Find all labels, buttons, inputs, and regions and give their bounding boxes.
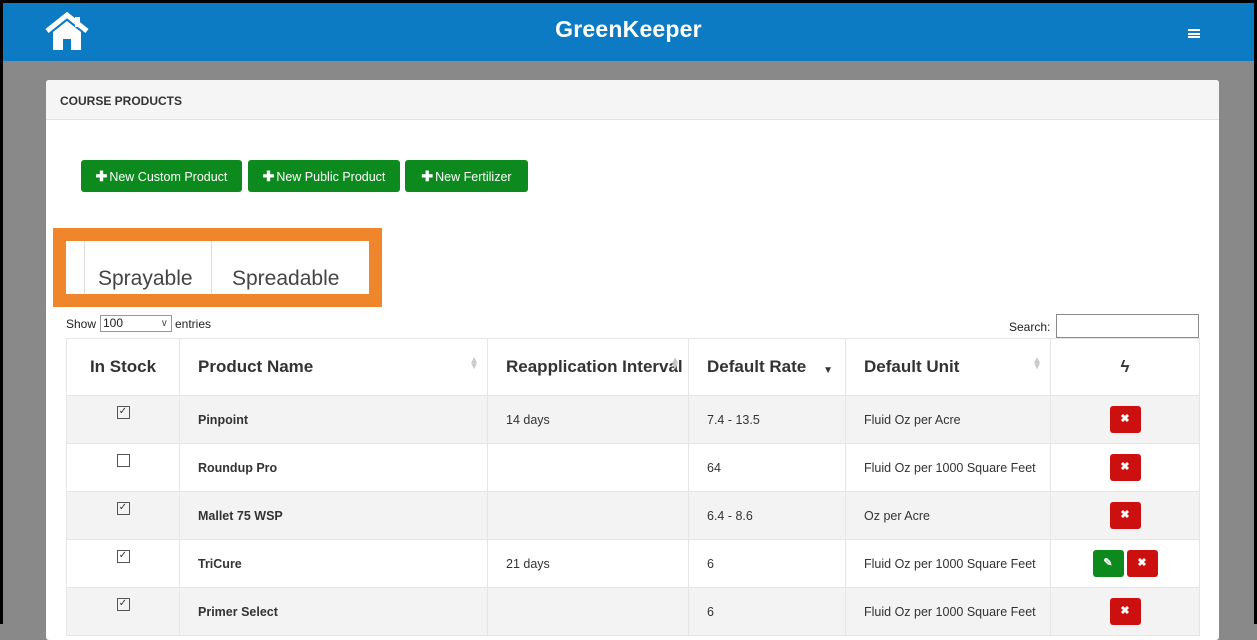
column-header-actions: ϟ — [1050, 338, 1200, 396]
chevron-down-icon: ∨ — [160, 318, 168, 329]
table-row: ✓ Primer Select 6 Fluid Oz per 1000 Square … — [66, 587, 1200, 636]
column-header-reapplication-interval[interactable]: Reapplication Interval ▲ ▼ — [487, 338, 689, 396]
table-row: ✓ TriCure 21 days 6 Fluid Oz per 1000 Square… — [66, 539, 1200, 588]
close-icon: ✖ — [1120, 605, 1130, 617]
interval-cell — [487, 491, 689, 540]
table-row: ✓ Mallet 75 WSP 6.4 - 8.6 Oz per Acre ✖ — [66, 491, 1200, 540]
column-header-product-name[interactable]: Product Name ▲ ▼ — [179, 338, 488, 396]
in-stock-cell: ✓ — [66, 491, 180, 540]
show-label: Show — [66, 317, 97, 331]
column-header-default-unit[interactable]: Default Unit ▲ ▼ — [845, 338, 1051, 396]
pencil-icon: ✎ — [1103, 557, 1113, 569]
delete-button[interactable]: ✖ — [1109, 502, 1141, 529]
product-name-cell: TriCure — [179, 539, 488, 588]
actions-cell: ✖ — [1050, 587, 1200, 636]
actions-cell: ✎ ✖ — [1050, 539, 1200, 588]
sort-icon: ▲ ▼ — [1032, 355, 1042, 372]
in-stock-cell: ✓ — [66, 539, 180, 588]
interval-cell: 14 days — [487, 395, 689, 444]
interval-cell: 21 days — [487, 539, 689, 588]
interval-cell — [487, 587, 689, 636]
new-custom-product-button[interactable]: ✚ New Custom Product — [81, 160, 242, 192]
top-navbar: GreenKeeper — [0, 0, 1257, 61]
hamburger-menu-icon[interactable] — [1188, 29, 1200, 38]
close-icon: ✖ — [1120, 461, 1130, 473]
entries-select[interactable]: 100 ∨ — [100, 315, 172, 332]
tab-sprayable[interactable]: Sprayable — [98, 267, 193, 291]
table-row: Roundup Pro 64 Fluid Oz per 1000 Square Fe… — [66, 443, 1200, 492]
rate-cell: 7.4 - 13.5 — [688, 395, 846, 444]
panel-title: COURSE PRODUCTS — [60, 94, 183, 108]
in-stock-checkbox[interactable]: ✓ — [116, 549, 130, 563]
in-stock-cell: ✓ — [66, 395, 180, 444]
in-stock-cell: ✓ — [66, 587, 180, 636]
actions-cell: ✖ — [1050, 395, 1200, 444]
interval-cell — [487, 443, 689, 492]
product-name-cell: Roundup Pro — [179, 443, 488, 492]
tab-spreadable[interactable]: Spreadable — [232, 267, 339, 291]
entries-select-value: 100 — [103, 316, 124, 330]
in-stock-checkbox[interactable]: ✓ — [116, 405, 130, 419]
delete-button[interactable]: ✖ — [1109, 454, 1141, 481]
in-stock-checkbox[interactable] — [116, 453, 130, 467]
close-icon: ✖ — [1137, 557, 1147, 569]
product-name-cell: Mallet 75 WSP — [179, 491, 488, 540]
app-title: GreenKeeper — [555, 16, 702, 42]
column-header-default-rate[interactable]: Default Rate ▼ — [688, 338, 846, 396]
actions-cell: ✖ — [1050, 443, 1200, 492]
actions-cell: ✖ — [1050, 491, 1200, 540]
unit-cell: Fluid Oz per Acre — [845, 395, 1051, 444]
sort-desc-icon: ▼ — [823, 365, 833, 376]
panel-header: COURSE PRODUCTS — [46, 80, 1219, 120]
new-public-product-button[interactable]: ✚ New Public Product — [248, 160, 400, 192]
delete-button[interactable]: ✖ — [1109, 598, 1141, 625]
unit-cell: Oz per Acre — [845, 491, 1051, 540]
product-name-cell: Primer Select — [179, 587, 488, 636]
course-products-panel: COURSE PRODUCTS ✚ New Custom Product ✚ New… — [46, 80, 1219, 640]
rate-cell: 6 — [688, 587, 846, 636]
highlight-annotation: Sprayable Spreadable — [53, 228, 382, 307]
edit-button[interactable]: ✎ — [1092, 550, 1124, 577]
search-label: Search: — [1009, 320, 1051, 334]
products-table: In Stock Product Name ▲ ▼ Reapplication In… — [66, 338, 1200, 636]
product-name-cell: Pinpoint — [179, 395, 488, 444]
unit-cell: Fluid Oz per 1000 Square Feet — [845, 539, 1051, 588]
plus-icon: ✚ — [95, 168, 108, 184]
search-input[interactable] — [1056, 314, 1199, 338]
rate-cell: 64 — [688, 443, 846, 492]
tab-divider — [84, 241, 85, 294]
unit-cell: Fluid Oz per 1000 Square Feet — [845, 443, 1051, 492]
close-icon: ✖ — [1120, 413, 1130, 425]
tab-divider — [211, 241, 212, 294]
in-stock-cell — [66, 443, 180, 492]
new-fertilizer-button[interactable]: ✚ New Fertilizer — [405, 160, 528, 192]
new-public-product-label: New Public Product — [276, 170, 386, 184]
unit-cell: Fluid Oz per 1000 Square Feet — [845, 587, 1051, 636]
new-fertilizer-label: New Fertilizer — [435, 170, 512, 184]
entries-label: entries — [175, 317, 212, 331]
table-row: ✓ Pinpoint 14 days 7.4 - 13.5 Fluid Oz per A… — [66, 395, 1200, 444]
table-header-row: In Stock Product Name ▲ ▼ Reapplication In… — [66, 338, 1200, 396]
sort-icon: ▲ ▼ — [469, 355, 479, 372]
lightning-icon: ϟ — [1120, 357, 1130, 376]
delete-button[interactable]: ✖ — [1126, 550, 1158, 577]
sort-icon: ▲ ▼ — [670, 355, 680, 372]
column-header-in-stock[interactable]: In Stock — [66, 338, 180, 396]
rate-cell: 6.4 - 8.6 — [688, 491, 846, 540]
close-icon: ✖ — [1120, 509, 1130, 521]
in-stock-checkbox[interactable]: ✓ — [116, 597, 130, 611]
delete-button[interactable]: ✖ — [1109, 406, 1141, 433]
rate-cell: 6 — [688, 539, 846, 588]
plus-icon: ✚ — [262, 168, 275, 184]
plus-icon: ✚ — [421, 168, 434, 184]
in-stock-checkbox[interactable]: ✓ — [116, 501, 130, 515]
new-custom-product-label: New Custom Product — [109, 170, 228, 184]
